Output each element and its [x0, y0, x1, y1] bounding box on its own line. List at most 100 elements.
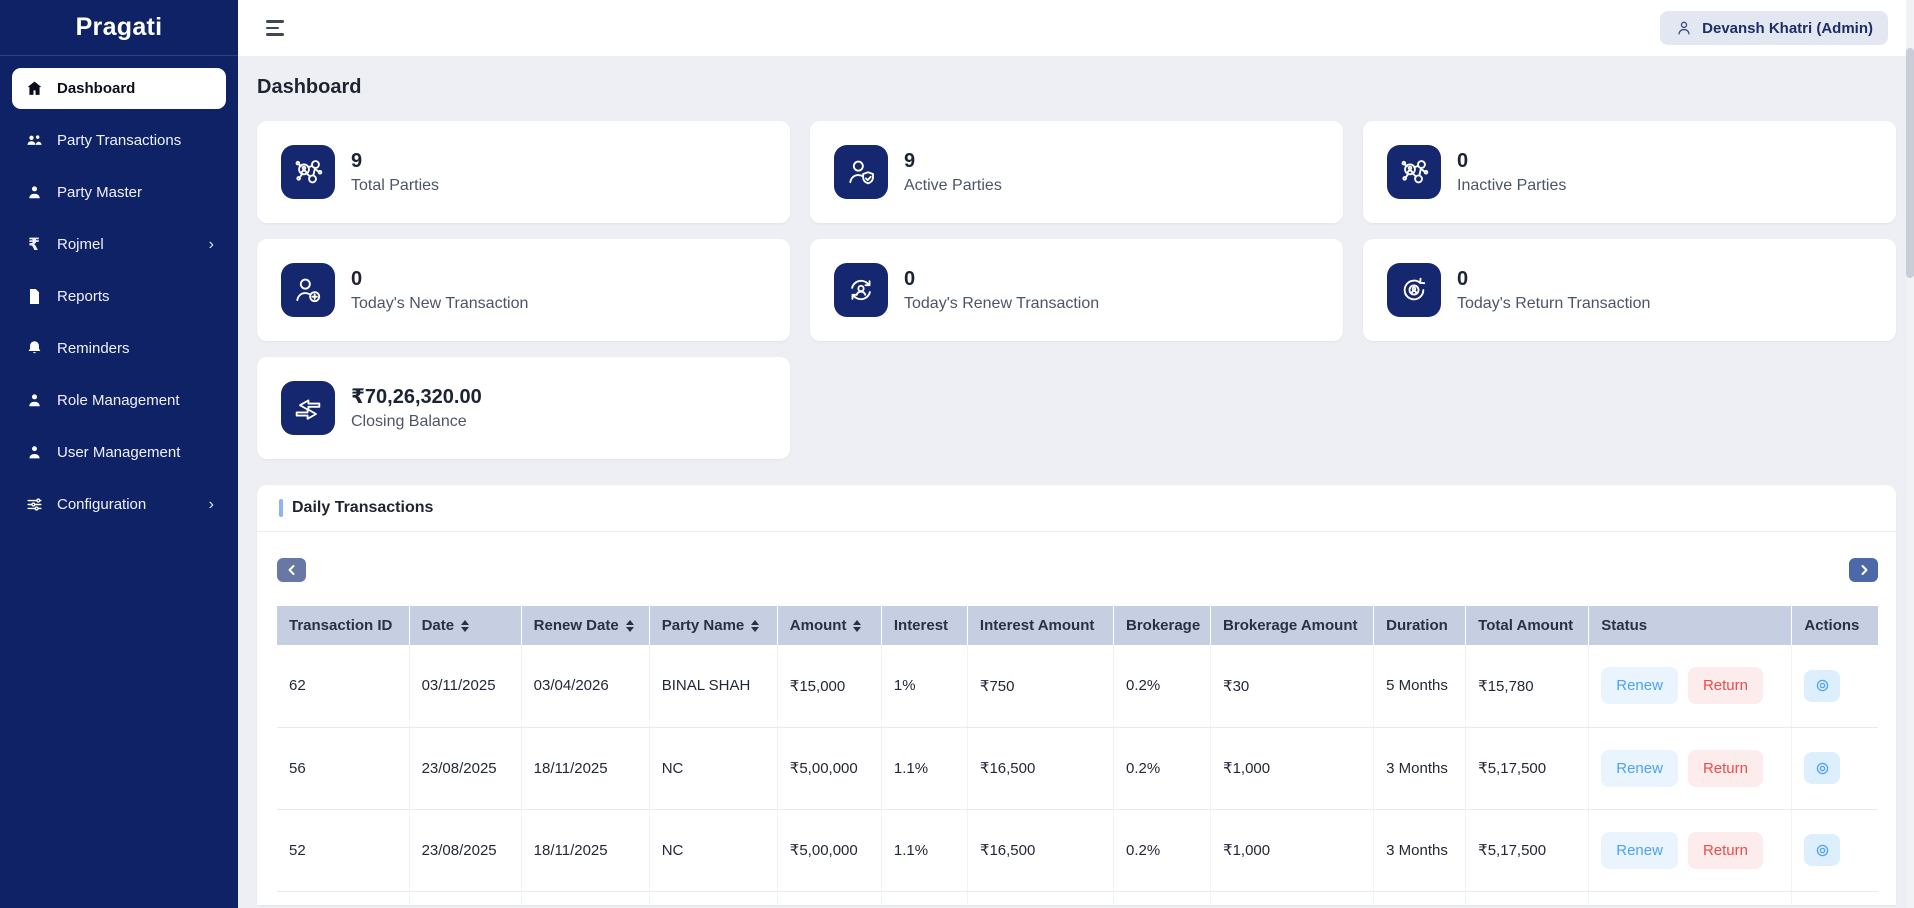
- col-brokerage-amount: Brokerage Amount: [1211, 606, 1374, 645]
- stat-card-renew-transaction: 0 Today's Renew Transaction: [810, 239, 1343, 341]
- stat-card-new-transaction: 0 Today's New Transaction: [257, 239, 790, 341]
- view-button[interactable]: [1804, 670, 1840, 702]
- eye-icon: [1814, 842, 1831, 859]
- table-row-clipped: [277, 891, 1878, 905]
- renew-button[interactable]: Renew: [1601, 832, 1678, 869]
- cell-amount: ₹5,00,000: [777, 727, 881, 809]
- col-total-amount: Total Amount: [1466, 606, 1589, 645]
- stat-value: 9: [904, 149, 1002, 173]
- sidebar-item-role-management[interactable]: Role Management: [12, 380, 226, 421]
- cell-duration: 3 Months: [1374, 727, 1466, 809]
- cell-interest: 1.1%: [881, 727, 967, 809]
- view-button[interactable]: [1804, 752, 1840, 784]
- user-avatar-icon: [1675, 19, 1693, 37]
- chevron-right-icon: ›: [209, 236, 214, 254]
- table-header-row: Transaction ID Date Renew Date Party Nam…: [277, 606, 1878, 645]
- table-row: 52 23/08/2025 18/11/2025 NC ₹5,00,000 1.…: [277, 809, 1878, 891]
- transfer-arrows-icon: [281, 381, 335, 435]
- stat-value: 0: [904, 267, 1099, 291]
- cell-interest: 1%: [881, 645, 967, 727]
- menu-toggle-icon[interactable]: [264, 16, 286, 40]
- stat-value: 0: [1457, 149, 1566, 173]
- cell-interest-amount: ₹16,500: [967, 809, 1113, 891]
- stat-label: Today's New Transaction: [351, 295, 528, 313]
- topbar: Devansh Khatri (Admin): [238, 0, 1914, 56]
- sidebar-item-label: Dashboard: [57, 80, 135, 97]
- sidebar-item-label: Party Master: [57, 184, 142, 201]
- cell-interest: 1.1%: [881, 809, 967, 891]
- sort-icon[interactable]: [626, 620, 634, 632]
- cell-status: Renew Return: [1589, 727, 1792, 809]
- cell-date: 03/11/2025: [409, 645, 521, 727]
- sidebar-item-party-master[interactable]: Party Master: [12, 172, 226, 213]
- sidebar-item-label: User Management: [57, 444, 180, 461]
- user-plus-icon: [281, 263, 335, 317]
- col-party-name[interactable]: Party Name: [649, 606, 777, 645]
- stat-label: Today's Renew Transaction: [904, 295, 1099, 313]
- sidebar-item-label: Party Transactions: [57, 132, 181, 149]
- cell-party-name: NC: [649, 809, 777, 891]
- cell-status: Renew Return: [1589, 809, 1792, 891]
- sidebar-item-configuration[interactable]: Configuration ›: [12, 484, 226, 525]
- sidebar-item-reminders[interactable]: Reminders: [12, 328, 226, 369]
- sidebar-item-user-management[interactable]: User Management: [12, 432, 226, 473]
- table-row: 62 03/11/2025 03/04/2026 BINAL SHAH ₹15,…: [277, 645, 1878, 727]
- scrollbar-thumb[interactable]: [1906, 48, 1914, 278]
- stat-value: 9: [351, 149, 439, 173]
- next-page-button[interactable]: [1849, 558, 1878, 582]
- chevron-right-icon: ›: [209, 496, 214, 514]
- parties-network-icon: [281, 145, 335, 199]
- sidebar: Pragati Dashboard Party Transactions Par…: [0, 0, 238, 908]
- sidebar-item-party-transactions[interactable]: Party Transactions: [12, 120, 226, 161]
- eye-icon: [1814, 760, 1831, 777]
- sidebar-item-label: Role Management: [57, 392, 180, 409]
- renew-button[interactable]: Renew: [1601, 750, 1678, 787]
- return-button[interactable]: Return: [1688, 750, 1763, 787]
- cell-total-amount: ₹5,17,500: [1466, 727, 1589, 809]
- cell-renew-date: 18/11/2025: [521, 727, 649, 809]
- cell-actions: [1792, 645, 1878, 727]
- previous-page-button[interactable]: [277, 558, 306, 582]
- home-icon: [24, 79, 44, 99]
- sidebar-item-reports[interactable]: Reports: [12, 276, 226, 317]
- user-shield-icon: [834, 145, 888, 199]
- stat-value: ₹70,26,320.00: [351, 385, 482, 409]
- cell-brokerage: 0.2%: [1113, 727, 1210, 809]
- col-amount[interactable]: Amount: [777, 606, 881, 645]
- table-row: 56 23/08/2025 18/11/2025 NC ₹5,00,000 1.…: [277, 727, 1878, 809]
- view-button[interactable]: [1804, 834, 1840, 866]
- stat-label: Inactive Parties: [1457, 177, 1566, 195]
- stat-card-active-parties: 9 Active Parties: [810, 121, 1343, 223]
- sidebar-nav: Dashboard Party Transactions Party Maste…: [0, 56, 238, 536]
- eye-icon: [1814, 677, 1831, 694]
- sort-icon[interactable]: [751, 620, 759, 632]
- chevron-right-icon: [1858, 564, 1870, 576]
- person-badge-icon: [24, 391, 44, 411]
- col-interest-amount: Interest Amount: [967, 606, 1113, 645]
- return-button[interactable]: Return: [1688, 667, 1763, 704]
- sort-icon[interactable]: [853, 620, 861, 632]
- cell-brokerage-amount: ₹1,000: [1211, 809, 1374, 891]
- user-renew-icon: [834, 263, 888, 317]
- cell-actions: [1792, 809, 1878, 891]
- page-scrollbar[interactable]: [1906, 0, 1914, 908]
- sidebar-item-label: Configuration: [57, 496, 146, 513]
- col-interest: Interest: [881, 606, 967, 645]
- cell-status: Renew Return: [1589, 645, 1792, 727]
- cell-amount: ₹5,00,000: [777, 809, 881, 891]
- cell-date: 23/08/2025: [409, 727, 521, 809]
- user-menu[interactable]: Devansh Khatri (Admin): [1660, 11, 1888, 45]
- cell-brokerage-amount: ₹1,000: [1211, 727, 1374, 809]
- sidebar-item-dashboard[interactable]: Dashboard: [12, 68, 226, 109]
- sidebar-item-label: Reminders: [57, 340, 130, 357]
- return-button[interactable]: Return: [1688, 832, 1763, 869]
- sidebar-item-label: Reports: [57, 288, 110, 305]
- cell-total-amount: ₹15,780: [1466, 645, 1589, 727]
- cell-brokerage: 0.2%: [1113, 645, 1210, 727]
- col-renew-date[interactable]: Renew Date: [521, 606, 649, 645]
- sidebar-item-rojmel[interactable]: ₹ Rojmel ›: [12, 224, 226, 265]
- sort-icon[interactable]: [461, 620, 469, 632]
- renew-button[interactable]: Renew: [1601, 667, 1678, 704]
- col-date[interactable]: Date: [409, 606, 521, 645]
- parties-network-icon: [1387, 145, 1441, 199]
